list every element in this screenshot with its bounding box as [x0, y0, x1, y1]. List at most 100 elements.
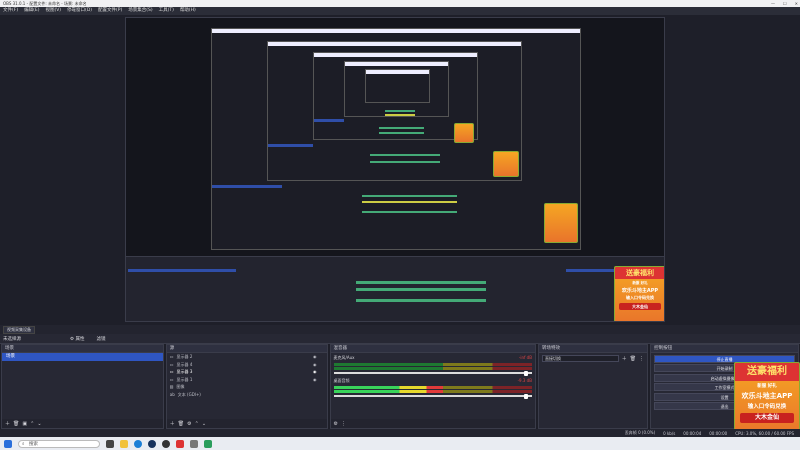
- move-up-icon[interactable]: ⌃: [30, 421, 34, 427]
- source-item[interactable]: ▭ 显示器 3 ◉: [167, 368, 327, 376]
- source-type-dropdown[interactable]: 视频采集设备: [3, 325, 35, 334]
- game-icon[interactable]: [176, 439, 184, 448]
- mixer-title: 混音器: [330, 345, 535, 353]
- source-item[interactable]: ab 文本 (GDI+): [167, 391, 327, 399]
- eye-icon[interactable]: ◉: [313, 368, 317, 376]
- dock-row: 场景 场景 ＋ 🗑 ▣ ⌃ ⌄ 源 ▭ 显示器 2 ◉ ▭ 显示器 4 ◉ ▭ 显示器 3…: [0, 344, 800, 429]
- eye-icon[interactable]: ◉: [313, 361, 317, 369]
- nested-ad: [454, 123, 474, 143]
- eye-icon[interactable]: ◉: [313, 353, 317, 361]
- remove-scene-button[interactable]: 🗑: [13, 421, 19, 427]
- nested-preview-3: [313, 52, 478, 143]
- ad-line3: 输入口令码兑换: [747, 404, 787, 410]
- preview-area: 送豪福利 新服 好礼 欢乐斗地主APP 输入口令码兑换 大木金仙: [0, 15, 800, 325]
- remove-source-button[interactable]: 🗑: [178, 421, 184, 427]
- minimize-button[interactable]: —: [771, 0, 775, 7]
- more-icon[interactable]: ⋮: [639, 356, 644, 362]
- transition-select[interactable]: 直接切换: [541, 355, 619, 362]
- ad-header: 送豪福利: [735, 363, 799, 381]
- ad-line1: 新服 好礼: [757, 384, 777, 389]
- menu-scene-collection[interactable]: 场景集合(S): [128, 7, 152, 15]
- source-item[interactable]: ▭ 显示器 2 ◉: [167, 353, 327, 361]
- monitor-icon: ▭: [169, 354, 174, 359]
- remove-transition-button[interactable]: 🗑: [630, 356, 636, 362]
- start-icon[interactable]: [4, 439, 12, 448]
- track-level: -9.3 dB: [517, 378, 532, 383]
- preview-canvas[interactable]: 送豪福利 新服 好礼 欢乐斗地主APP 输入口令码兑换 大木金仙: [125, 17, 665, 322]
- search-icon: ⌕: [22, 441, 25, 447]
- mic-volume-slider[interactable]: [333, 370, 532, 376]
- transitions-dock: 转场特效 直接切换 ＋ 🗑 ⋮: [537, 344, 649, 429]
- add-transition-button[interactable]: ＋: [622, 355, 627, 362]
- file-explorer-icon[interactable]: [120, 439, 128, 448]
- scene-filter-icon[interactable]: ▣: [22, 421, 27, 427]
- track-level: -inf dB: [518, 355, 532, 360]
- source-item[interactable]: ▨ 图像: [167, 383, 327, 391]
- steam-icon[interactable]: [148, 439, 156, 448]
- mixer-track: 麦克风/Aux -inf dB: [331, 353, 535, 376]
- nested-ad-3: [544, 203, 578, 243]
- add-source-button[interactable]: ＋: [170, 420, 175, 427]
- move-down-icon[interactable]: ⌄: [37, 421, 41, 427]
- filters-button[interactable]: 滤镜: [96, 336, 105, 342]
- settings-icon[interactable]: [190, 439, 198, 448]
- nested-docks: [126, 256, 664, 321]
- status-bar: 丢弃帧 0 (0.0%) 0 kb/s 00:00:04 00:00:00 CP…: [0, 429, 800, 437]
- source-item[interactable]: ▭ 显示器 1 ◉: [167, 376, 327, 384]
- track-name: 桌面音频: [333, 378, 350, 383]
- mixer-dock: 混音器 麦克风/Aux -inf dB 桌面音频 -9.3 dB ⚙ ⋮: [329, 344, 536, 429]
- taskbar: ⌕ 搜索: [0, 437, 800, 450]
- sources-dock: 源 ▭ 显示器 2 ◉ ▭ 显示器 4 ◉ ▭ 显示器 3 ◉ ▭ 显示器 1 ◉ ▨ 图像 ab…: [165, 344, 328, 429]
- stream-time: 00:00:04: [683, 430, 702, 436]
- controls-title: 控制按钮: [651, 345, 798, 353]
- dropped-frames: 丢弃帧 0 (0.0%): [624, 430, 656, 435]
- preview-ad: 送豪福利 新服 好礼 欢乐斗地主APP 输入口令码兑换 大木金仙: [614, 266, 664, 321]
- close-button[interactable]: ✕: [795, 0, 798, 7]
- task-view-icon[interactable]: [106, 439, 114, 448]
- menu-profile[interactable]: 配置文件(P): [98, 7, 122, 15]
- window-titlebar: OBS 31.0.1 - 配置文件: 未命名 - 场景: 未命名 — ☐ ✕: [0, 0, 800, 7]
- edge-icon[interactable]: [134, 439, 142, 448]
- menu-docks[interactable]: 停靠窗口(D): [67, 7, 92, 15]
- add-scene-button[interactable]: ＋: [5, 420, 10, 427]
- monitor-icon: ▭: [169, 369, 174, 374]
- menu-bar: 文件(F) 编辑(E) 视图(V) 停靠窗口(D) 配置文件(P) 场景集合(S…: [0, 7, 800, 15]
- nested-preview-2: [267, 41, 522, 181]
- bitrate: 0 kb/s: [663, 430, 676, 436]
- move-down-icon[interactable]: ⌄: [202, 421, 206, 427]
- eye-icon[interactable]: ◉: [313, 376, 317, 384]
- app-icon[interactable]: [204, 439, 212, 448]
- ad-line2: 欢乐斗地主APP: [741, 392, 793, 400]
- sources-title: 源: [166, 345, 327, 353]
- source-settings-icon[interactable]: ⚙: [187, 421, 191, 427]
- menu-view[interactable]: 视图(V): [45, 7, 61, 15]
- ad-button[interactable]: 大木金仙: [740, 413, 794, 423]
- nested-preview-1: [211, 28, 581, 250]
- image-icon: ▨: [169, 384, 174, 389]
- monitor-icon: ▭: [169, 376, 174, 382]
- obs-icon[interactable]: [162, 439, 170, 448]
- properties-button[interactable]: ⚙ 属性: [70, 336, 84, 342]
- menu-tools[interactable]: 工具(T): [159, 7, 174, 15]
- menu-edit[interactable]: 编辑(E): [24, 7, 39, 15]
- overlay-ad[interactable]: 送豪福利 新服 好礼 欢乐斗地主APP 输入口令码兑换 大木金仙: [734, 362, 800, 437]
- track-name: 麦克风/Aux: [333, 355, 355, 360]
- mixer-settings-icon[interactable]: ⚙: [334, 421, 338, 427]
- desktop-meter-fill: [333, 385, 443, 389]
- more-icon[interactable]: ⋮: [341, 421, 346, 427]
- move-up-icon[interactable]: ⌃: [195, 421, 199, 427]
- taskbar-search[interactable]: ⌕ 搜索: [18, 439, 100, 448]
- rec-time: 00:00:00: [709, 430, 728, 436]
- scenes-dock: 场景 场景 ＋ 🗑 ▣ ⌃ ⌄: [1, 344, 164, 429]
- text-icon: ab: [169, 391, 175, 397]
- cpu-fps: CPU: 3.0%, 60.00 / 60.00 FPS: [735, 430, 794, 436]
- window-title: OBS 31.0.1 - 配置文件: 未命名 - 场景: 未命名: [3, 1, 87, 6]
- desktop-volume-slider[interactable]: [333, 393, 532, 399]
- scene-item[interactable]: 场景: [2, 353, 163, 361]
- source-item[interactable]: ▭ 显示器 4 ◉: [167, 361, 327, 369]
- menu-file[interactable]: 文件(F): [3, 7, 18, 15]
- menu-help[interactable]: 帮助(H): [180, 7, 196, 15]
- source-toolbar: 视频采集设备: [0, 325, 800, 334]
- no-source-selected: 未选择源: [3, 336, 21, 342]
- maximize-button[interactable]: ☐: [783, 0, 787, 7]
